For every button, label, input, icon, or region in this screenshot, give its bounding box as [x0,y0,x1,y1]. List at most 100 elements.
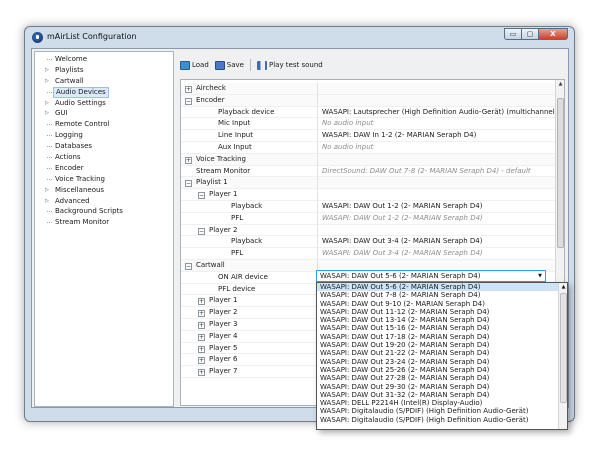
dropdown-scroll-thumb[interactable] [560,293,567,403]
maximize-button[interactable]: ▢ [521,28,538,40]
sidebar-item[interactable]: Databases [35,141,173,152]
close-button[interactable]: X [538,28,568,40]
sidebar-item[interactable]: Actions [35,152,173,163]
sidebar-item[interactable]: ▷ Miscellaneous [35,185,173,196]
expand-arrow-icon[interactable]: ▷ [45,108,49,119]
play-test-sound-button[interactable]: Play test sound [256,60,323,70]
dropdown-option[interactable]: WASAPI: DAW Out 27-28 (2- MARIAN Seraph … [317,374,567,382]
property-row[interactable]: Mic Input No audio input [181,118,556,131]
expand-plus-icon[interactable]: + [198,310,205,318]
property-row[interactable]: + Aircheck [181,83,556,95]
property-value[interactable]: WASAPI: DAW Out 3-4 (2- MARIAN Seraph D4… [317,236,556,249]
collapse-minus-icon[interactable]: − [198,227,205,235]
property-row[interactable]: − Encoder [181,94,556,107]
sidebar-item[interactable]: Audio Devices [35,86,173,98]
dropdown-option[interactable]: WASAPI: DAW Out 21-22 (2- MARIAN Seraph … [317,349,567,357]
property-row[interactable]: Playback device WASAPI: Lautsprecher (Hig… [181,106,556,119]
dropdown-option[interactable]: WASAPI: DAW Out 5-6 (2- MARIAN Seraph D4… [317,283,567,292]
expand-arrow-icon[interactable]: ▷ [45,196,49,207]
expand-plus-icon[interactable]: + [185,156,192,164]
sidebar-item[interactable]: ▷ Cartwall [35,76,173,87]
property-value[interactable]: No audio input [317,142,556,154]
property-value[interactable]: WASAPI: Lautsprecher (High Definition Au… [317,106,556,119]
save-button[interactable]: Save [214,60,244,70]
property-value[interactable]: WASAPI: DAW In 1-2 (2- MARIAN Seraph D4) [317,130,556,142]
dropdown-option[interactable]: WASAPI: DAW Out 29-30 (2- MARIAN Seraph … [317,383,567,391]
property-row[interactable]: Playback WASAPI: DAW Out 3-4 (2- MARIAN S… [181,236,556,249]
dropdown-option[interactable]: WASAPI: DAW Out 9-10 (2- MARIAN Seraph D… [317,300,567,308]
property-value[interactable] [317,189,556,201]
dropdown-option[interactable]: WASAPI: DAW Out 7-8 (2- MARIAN Seraph D4… [317,291,567,299]
sidebar-item[interactable]: ▷ Playlists [35,65,173,76]
expand-arrow-icon[interactable]: ▷ [45,76,49,87]
sidebar-item[interactable]: Background Scripts [35,206,173,217]
expand-arrow-icon[interactable]: ▷ [45,98,49,109]
property-value[interactable]: WASAPI: DAW Out 1-2 (2- MARIAN Seraph D4… [317,201,556,213]
property-row[interactable]: − Playlist 1 [181,177,556,190]
sidebar-item[interactable]: Remote Control [35,119,173,130]
on-air-device-combobox[interactable]: WASAPI: DAW Out 5-6 (2- MARIAN Seraph D4… [316,270,546,282]
property-row[interactable]: PFL WASAPI: DAW Out 1-2 (2- MARIAN Seraph… [181,212,556,225]
scroll-up-arrow-icon[interactable]: ▲ [556,80,564,89]
property-row[interactable]: PFL WASAPI: DAW Out 3-4 (2- MARIAN Seraph… [181,248,556,260]
expand-plus-icon[interactable]: + [198,369,205,377]
dropdown-option[interactable]: WASAPI: Digitalaudio (S/PDIF) (High Defi… [317,416,567,424]
property-value[interactable] [317,177,556,190]
sidebar-item[interactable]: Logging [35,130,173,141]
dropdown-scroll-up-icon[interactable]: ▲ [559,283,567,292]
sidebar-item[interactable]: ▷ GUI [35,108,173,119]
sidebar-item[interactable]: Encoder [35,163,173,174]
property-value[interactable]: DirectSound: DAW Out 7-8 (2- MARIAN Sera… [317,165,556,178]
collapse-minus-icon[interactable]: − [185,97,192,105]
category-tree[interactable]: Welcome ▷ Playlists ▷ Cartwall Audio Devices ▷… [34,51,174,407]
sidebar-item[interactable]: ▷ Advanced [35,196,173,207]
property-row[interactable]: − Player 2 [181,224,556,237]
property-value[interactable] [317,83,556,95]
expand-plus-icon[interactable]: + [198,345,205,353]
property-value[interactable]: WASAPI: DAW Out 1-2 (2- MARIAN Seraph D4… [317,212,556,225]
property-value[interactable] [317,224,556,237]
expand-arrow-icon[interactable]: ▷ [45,185,49,196]
collapse-minus-icon[interactable]: − [185,263,192,270]
scroll-thumb[interactable] [557,98,564,248]
collapse-minus-icon[interactable]: − [198,192,205,200]
sidebar-item[interactable]: Stream Monitor [35,217,173,228]
expand-plus-icon[interactable]: + [185,86,192,93]
expand-plus-icon[interactable]: + [198,357,205,365]
dropdown-option[interactable]: WASAPI: DAW Out 19-20 (2- MARIAN Seraph … [317,341,567,349]
dropdown-option[interactable]: WASAPI: DAW Out 25-26 (2- MARIAN Seraph … [317,366,567,374]
property-value[interactable]: WASAPI: DAW Out 3-4 (2- MARIAN Seraph D4… [317,248,556,260]
minimize-button[interactable]: ▭ [504,28,521,40]
property-value[interactable] [317,153,556,166]
property-value[interactable]: No audio input [317,118,556,131]
expand-plus-icon[interactable]: + [198,333,205,341]
dropdown-option[interactable]: WASAPI: DAW Out 13-14 (2- MARIAN Seraph … [317,316,567,324]
collapse-minus-icon[interactable]: − [185,180,192,188]
device-dropdown-list[interactable]: WASAPI: DAW Out 5-6 (2- MARIAN Seraph D4… [316,282,568,430]
expand-plus-icon[interactable]: + [198,322,205,329]
dropdown-scrollbar[interactable]: ▲ [558,283,567,429]
property-row[interactable]: Line Input WASAPI: DAW In 1-2 (2- MARIAN … [181,130,556,142]
dropdown-option[interactable]: WASAPI: DAW Out 17-18 (2- MARIAN Seraph … [317,333,567,341]
sidebar-item[interactable]: Welcome [35,54,173,65]
dropdown-option[interactable]: WASAPI: Digitalaudio (S/PDIF) (High Defi… [317,407,567,415]
property-row[interactable]: − Player 1 [181,189,556,201]
dropdown-option[interactable]: WASAPI: DAW Out 15-16 (2- MARIAN Seraph … [317,324,567,332]
dropdown-option[interactable]: WASAPI: DAW Out 11-12 (2- MARIAN Seraph … [317,308,567,316]
chevron-down-icon[interactable]: ▼ [535,271,545,281]
load-button[interactable]: Load [180,60,209,70]
title-bar[interactable]: mAirList Configuration ▭ ▢ X [25,27,574,47]
expand-arrow-icon[interactable]: ▷ [45,65,49,76]
dropdown-option[interactable]: WASAPI: DAW Out 23-24 (2- MARIAN Seraph … [317,358,567,366]
property-row[interactable]: Stream Monitor DirectSound: DAW Out 7-8 (… [181,165,556,178]
dropdown-option[interactable]: WASAPI: DAW Out 31-32 (2- MARIAN Seraph … [317,391,567,399]
property-value[interactable] [317,94,556,107]
property-name: Stream Monitor [196,166,251,175]
sidebar-item[interactable]: ▷ Audio Settings [35,98,173,109]
property-row[interactable]: Aux Input No audio input [181,142,556,154]
property-row[interactable]: Playback WASAPI: DAW Out 1-2 (2- MARIAN S… [181,201,556,213]
sidebar-item[interactable]: Voice Tracking [35,174,173,185]
property-row[interactable]: + Voice Tracking [181,153,556,166]
dropdown-option[interactable]: WASAPI: DELL P2214H (Intel(R) Display-Au… [317,399,567,407]
expand-plus-icon[interactable]: + [198,298,205,306]
